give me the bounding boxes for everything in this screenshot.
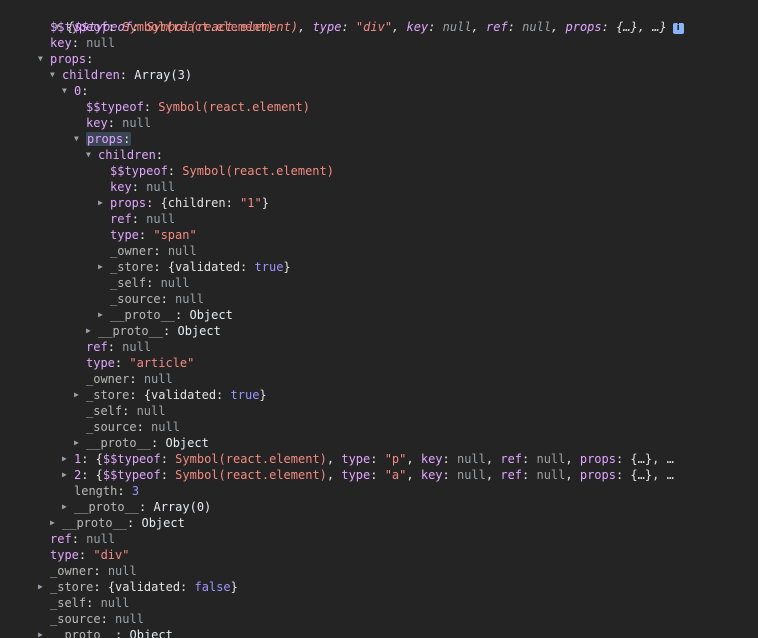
tree-row: _owner: null [50, 564, 137, 578]
tree-row[interactable]: ▼ children: Array(3) [50, 67, 192, 83]
tree-row: length: 3 [74, 484, 140, 498]
tree-row: key: null [50, 36, 116, 50]
tree-row[interactable]: ▶ __proto__: Object [38, 627, 173, 638]
collapsed-arrow-icon[interactable]: ▶ [98, 195, 110, 211]
tree-row: $$typeof: Symbol(react.element) [110, 164, 334, 178]
expanded-arrow-icon[interactable]: ▼ [74, 131, 86, 147]
tree-row: key: null [110, 180, 176, 194]
object-summary-row[interactable]: ▼ {$$typeof: Symbol(react.element), type:… [26, 3, 684, 34]
info-icon[interactable]: i [672, 23, 684, 34]
collapsed-arrow-icon[interactable]: ▶ [98, 307, 110, 323]
tree-row: $$typeof: Symbol(react.element) [86, 100, 310, 114]
tree-row[interactable]: ▶ __proto__: Object [98, 307, 233, 323]
tree-row: ref: null [50, 532, 116, 546]
tree-row[interactable]: ▶ _store: {validated: true} [98, 259, 291, 275]
tree-row: key: null [86, 116, 152, 130]
tree-row: _owner: null [110, 244, 197, 258]
collapsed-arrow-icon[interactable]: ▶ [74, 387, 86, 403]
tree-row: _self: null [50, 596, 130, 610]
collapsed-arrow-icon[interactable]: ▶ [86, 323, 98, 339]
tree-row[interactable]: ▼ props: [74, 131, 132, 147]
collapsed-arrow-icon[interactable]: ▶ [38, 579, 50, 595]
tree-row: $$typeof: Symbol(react.element) [50, 20, 274, 34]
tree-row[interactable]: ▶ _store: {validated: false} [38, 579, 238, 595]
tree-row[interactable]: ▶ 2: {$$typeof: Symbol(react.element), ty… [62, 467, 674, 483]
tree-row: _self: null [110, 276, 190, 290]
tree-row: _self: null [86, 404, 166, 418]
collapsed-arrow-icon[interactable]: ▶ [98, 259, 110, 275]
collapsed-arrow-icon[interactable]: ▶ [38, 627, 50, 638]
collapsed-arrow-icon[interactable]: ▶ [62, 467, 74, 483]
tree-row[interactable]: ▼ props: [38, 51, 93, 67]
tree-row[interactable]: ▶ props: {children: "1"} [98, 195, 269, 211]
tree-row: _source: null [86, 420, 180, 434]
collapsed-arrow-icon[interactable]: ▶ [62, 499, 74, 515]
tree-row: _source: null [50, 612, 144, 626]
tree-row[interactable]: ▶ __proto__: Object [86, 323, 221, 339]
tree-row: _source: null [110, 292, 204, 306]
tree-row[interactable]: ▶ __proto__: Array(0) [62, 499, 211, 515]
expanded-arrow-icon[interactable]: ▼ [50, 67, 62, 83]
tree-row[interactable]: ▼ children: [86, 147, 163, 163]
expanded-arrow-icon[interactable]: ▼ [86, 147, 98, 163]
tree-row: type: "article" [86, 356, 195, 370]
tree-row[interactable]: ▶ __proto__: Object [74, 435, 209, 451]
expanded-arrow-icon[interactable]: ▼ [38, 51, 50, 67]
collapsed-arrow-icon[interactable]: ▶ [50, 515, 62, 531]
tree-row: ref: null [110, 212, 176, 226]
collapsed-arrow-icon[interactable]: ▶ [74, 435, 86, 451]
collapsed-arrow-icon[interactable]: ▶ [62, 451, 74, 467]
devtools-console-object-tree: ▼ {$$typeof: Symbol(react.element), type:… [0, 0, 758, 638]
tree-row[interactable]: ▼ 0: [62, 83, 88, 99]
tree-row: type: "span" [110, 228, 197, 242]
tree-row[interactable]: ▶ 1: {$$typeof: Symbol(react.element), ty… [62, 451, 674, 467]
tree-row[interactable]: ▶ __proto__: Object [50, 515, 185, 531]
tree-row: type: "div" [50, 548, 130, 562]
tree-row: _owner: null [86, 372, 173, 386]
expanded-arrow-icon[interactable]: ▼ [62, 83, 74, 99]
tree-row[interactable]: ▶ _store: {validated: true} [74, 387, 267, 403]
tree-row: ref: null [86, 340, 152, 354]
